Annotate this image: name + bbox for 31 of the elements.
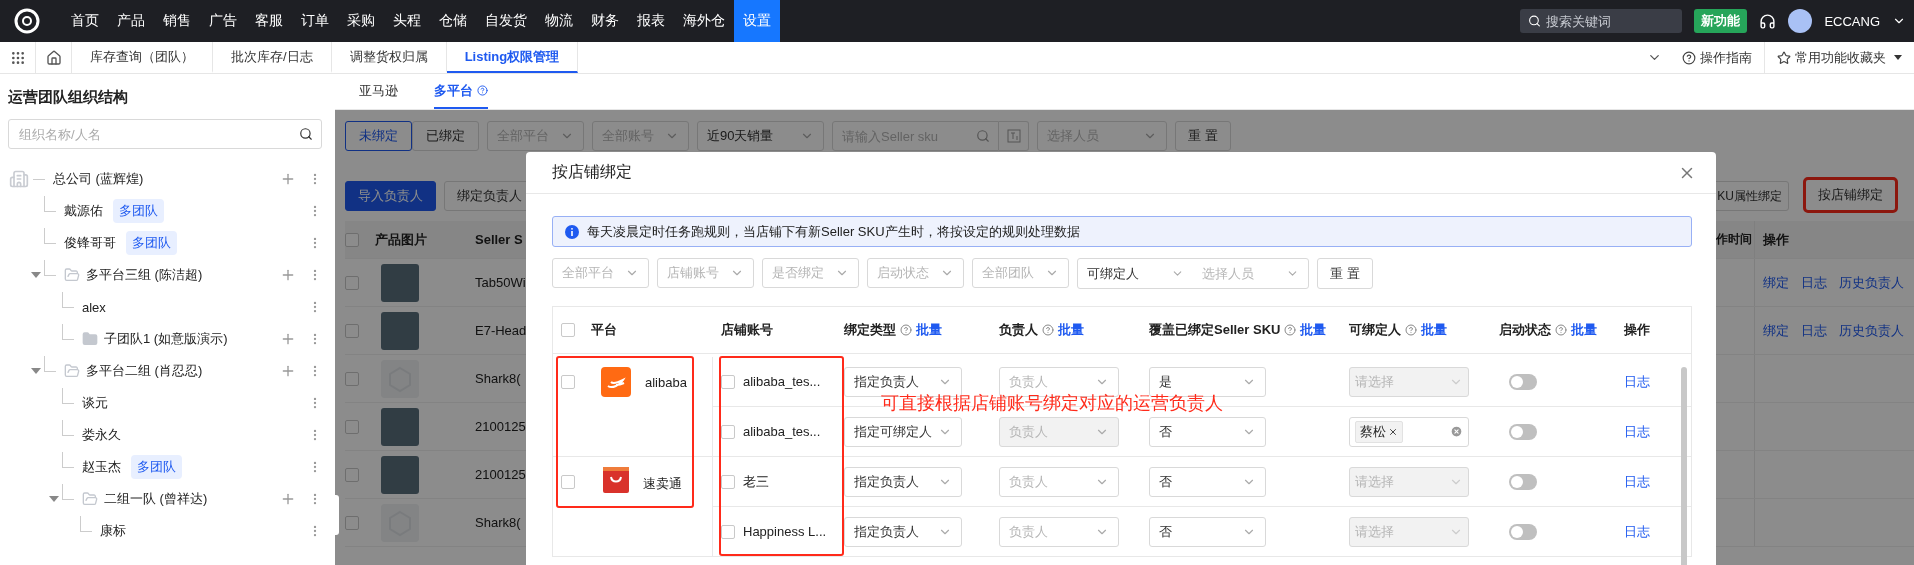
- table-cell: 2100125: [475, 467, 526, 482]
- column-header: 启动状态: [1499, 321, 1551, 339]
- table-cell: Tab50Wi: [475, 275, 526, 290]
- team-badge: 多团队: [113, 199, 164, 223]
- account-name: 老三: [743, 472, 769, 491]
- sidebar-title: 运营团队组织结构: [8, 88, 129, 107]
- platform-name: 速卖通: [643, 475, 682, 493]
- column-header: 平台: [591, 321, 617, 339]
- column-header: 可绑定人: [1349, 321, 1401, 339]
- table-cell: 2100125: [475, 419, 526, 434]
- column-header: 产品图片: [375, 230, 427, 249]
- team-badge: 多团队: [126, 231, 177, 255]
- team-badge: 多团队: [131, 455, 182, 479]
- column-header: 操作: [1624, 321, 1650, 339]
- column-header: Seller S: [475, 232, 523, 247]
- table-cell: Shark8(: [475, 515, 521, 530]
- account-name: alibaba_tes...: [743, 374, 821, 389]
- column-header: 作时间: [1716, 231, 1753, 248]
- column-header: 绑定类型: [844, 321, 896, 339]
- column-header: 操作: [1763, 230, 1789, 249]
- table-cell: E7-Head: [475, 323, 527, 338]
- person-tag: 蔡松: [1355, 420, 1403, 443]
- column-header: 负责人: [999, 321, 1038, 339]
- column-header: 店铺账号: [721, 321, 773, 339]
- account-name: alibaba_tes...: [743, 424, 821, 439]
- dialog-title: 按店铺绑定: [552, 162, 632, 182]
- info-text: 每天凌晨定时任务跑规则，当店铺下有新Seller SKU产生时，将按设定的规则处理数据: [587, 222, 1080, 241]
- platform-name: alibaba: [645, 375, 687, 390]
- column-header: 覆盖已绑定Seller SKU: [1149, 321, 1281, 339]
- account-name: Happiness L...: [743, 524, 827, 539]
- table-cell: Shark8(: [475, 371, 521, 386]
